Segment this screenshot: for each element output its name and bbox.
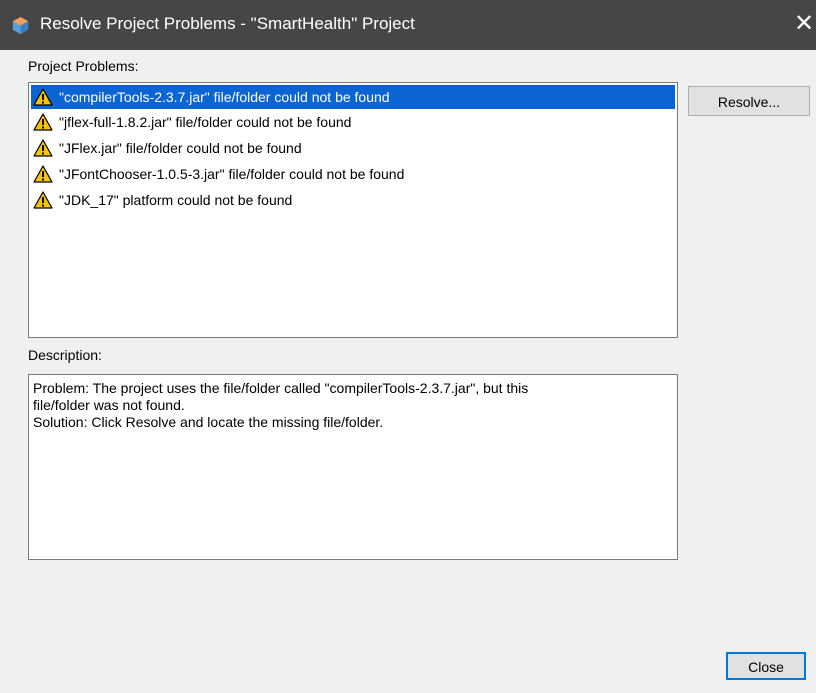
problems-list[interactable]: "compilerTools-2.3.7.jar" file/folder co…: [28, 82, 678, 338]
description-line: Problem: The project uses the file/folde…: [33, 380, 529, 396]
warning-icon: [33, 88, 53, 106]
window-title: Resolve Project Problems - "SmartHealth"…: [40, 14, 415, 33]
project-problems-label: Project Problems:: [28, 58, 139, 74]
description-line: Solution: Click Resolve and locate the m…: [33, 414, 384, 430]
close-button[interactable]: Close: [726, 652, 806, 680]
description-line: file/folder was not found.: [33, 397, 185, 413]
title-bar[interactable]: Resolve Project Problems - "SmartHealth"…: [0, 0, 816, 50]
problem-list-item[interactable]: "JDK_17" platform could not be found: [29, 187, 677, 213]
problem-list-item[interactable]: "JFlex.jar" file/folder could not be fou…: [29, 135, 677, 161]
problem-text: "JDK_17" platform could not be found: [59, 192, 293, 208]
resolve-button[interactable]: Resolve...: [688, 86, 810, 116]
warning-icon: [33, 139, 53, 157]
warning-icon: [33, 191, 53, 209]
problem-list-item[interactable]: "JFontChooser-1.0.5-3.jar" file/folder c…: [29, 161, 677, 187]
resolve-problems-dialog: Resolve Project Problems - "SmartHealth"…: [0, 0, 816, 693]
warning-icon: [33, 113, 53, 131]
problem-text: "compilerTools-2.3.7.jar" file/folder co…: [59, 89, 390, 105]
problem-text: "JFlex.jar" file/folder could not be fou…: [59, 140, 302, 156]
description-label: Description:: [28, 347, 102, 363]
problem-list-item[interactable]: "compilerTools-2.3.7.jar" file/folder co…: [31, 85, 675, 109]
description-text-area[interactable]: Problem: The project uses the file/folde…: [28, 374, 678, 560]
problem-text: "jflex-full-1.8.2.jar" file/folder could…: [59, 114, 352, 130]
problem-text: "JFontChooser-1.0.5-3.jar" file/folder c…: [59, 166, 405, 182]
warning-icon: [33, 165, 53, 183]
problem-list-item[interactable]: "jflex-full-1.8.2.jar" file/folder could…: [29, 109, 677, 135]
netbeans-app-icon: [12, 16, 29, 35]
window-close-icon[interactable]: ✕: [792, 8, 816, 40]
